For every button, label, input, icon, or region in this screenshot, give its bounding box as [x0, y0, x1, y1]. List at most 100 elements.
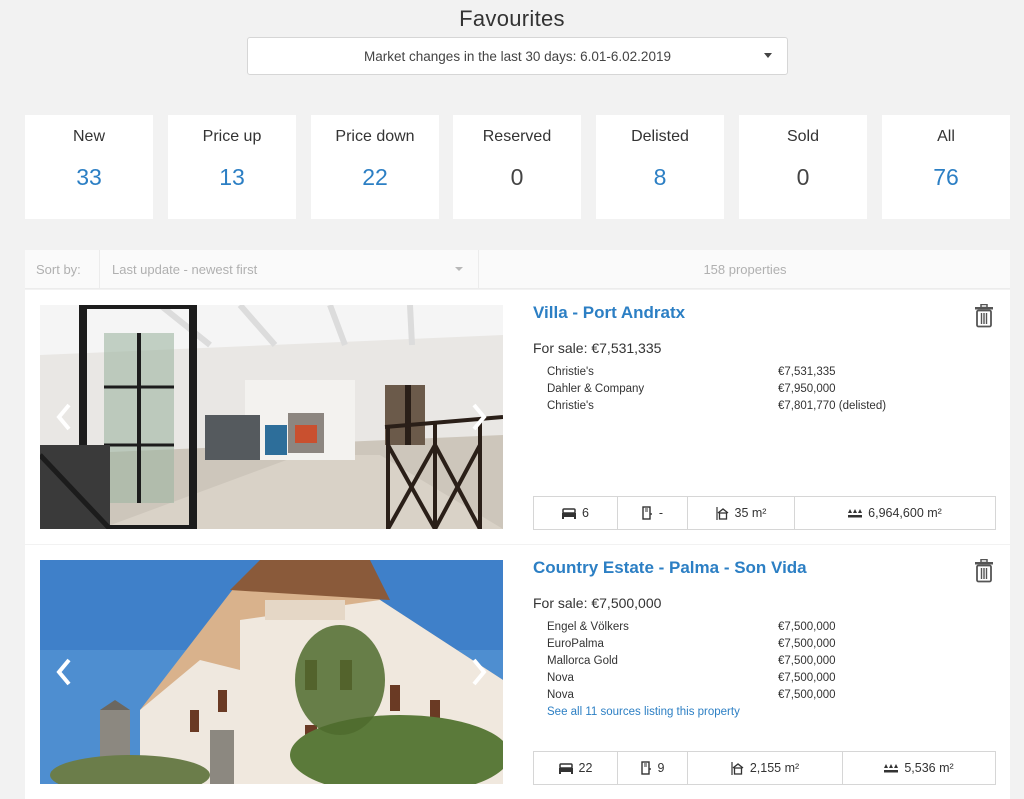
- bath-icon: [640, 761, 651, 775]
- bathrooms-feature: -: [618, 497, 688, 529]
- stat-label: All: [937, 128, 955, 145]
- plot-icon: [884, 763, 899, 772]
- property-photo[interactable]: [40, 560, 503, 784]
- source-row: Nova €7,500,000: [547, 670, 907, 687]
- plot-icon: [848, 508, 863, 517]
- for-sale-price: For sale: €7,500,000: [533, 595, 662, 611]
- property-title[interactable]: Country Estate - Palma - Son Vida: [533, 558, 807, 578]
- see-all-row: See all 11 sources listing this property: [547, 704, 907, 721]
- stat-count: 13: [219, 164, 245, 190]
- stat-card-new[interactable]: New 33: [25, 115, 153, 219]
- stat-count: 76: [933, 164, 959, 190]
- bathrooms-feature: 9: [618, 752, 688, 784]
- market-changes-value: Market changes in the last 30 days: 6.01…: [364, 48, 671, 64]
- property-card: Villa - Port Andratx For sale: €7,531,33…: [25, 290, 1010, 544]
- source-price: €7,801,770 (delisted): [778, 400, 887, 412]
- stat-label: Delisted: [631, 128, 689, 145]
- built-area-value: 2,155 m²: [749, 761, 800, 775]
- plot-area-feature: 5,536 m²: [843, 752, 995, 784]
- price-sources-list: Engel & Völkers €7,500,000 EuroPalma €7,50…: [547, 619, 907, 721]
- stat-card-price-up[interactable]: Price up 13: [168, 115, 296, 219]
- sort-label: Sort by:: [36, 262, 81, 277]
- stat-count: 22: [362, 164, 388, 190]
- source-row: Dahler & Company €7,950,000: [547, 381, 907, 398]
- stat-card-sold[interactable]: Sold 0: [739, 115, 867, 219]
- bedrooms-feature: 6: [534, 497, 618, 529]
- property-features: 22 9 2,155 m² 5,536 m²: [533, 751, 996, 785]
- source-row: Nova €7,500,000: [547, 687, 907, 704]
- trash-icon[interactable]: [974, 304, 994, 328]
- source-row: EuroPalma €7,500,000: [547, 636, 907, 653]
- source-row: Christie's €7,531,335: [547, 364, 907, 381]
- stat-label: Sold: [786, 128, 820, 145]
- see-all-sources-link[interactable]: See all 11 sources listing this property: [547, 706, 740, 718]
- plot-area-value: 6,964,600 m²: [868, 506, 942, 520]
- source-name: Nova: [547, 672, 574, 684]
- source-name: Engel & Völkers: [547, 621, 629, 633]
- source-name: EuroPalma: [547, 638, 604, 650]
- source-row: Mallorca Gold €7,500,000: [547, 653, 907, 670]
- stat-label: Price down: [335, 128, 415, 145]
- bedrooms-value: 22: [578, 761, 593, 775]
- price-sources-list: Christie's €7,531,335 Dahler & Company €7,…: [547, 364, 907, 415]
- source-price: €7,950,000: [778, 383, 836, 395]
- stat-card-delisted[interactable]: Delisted 8: [596, 115, 724, 219]
- source-name: Christie's: [547, 366, 594, 378]
- built-area-feature: 35 m²: [688, 497, 795, 529]
- stat-count: 0: [510, 164, 524, 190]
- bed-icon: [558, 762, 573, 774]
- stat-label: Reserved: [482, 128, 552, 145]
- source-price: €7,500,000: [778, 638, 836, 650]
- for-sale-price: For sale: €7,531,335: [533, 340, 662, 356]
- property-features: 6 - 35 m² 6,964,600 m²: [533, 496, 996, 530]
- plot-area-value: 5,536 m²: [904, 761, 954, 775]
- trash-icon[interactable]: [974, 559, 994, 583]
- chevron-right-icon[interactable]: [466, 402, 490, 432]
- source-name: Mallorca Gold: [547, 655, 618, 667]
- house-icon: [715, 506, 728, 520]
- chevron-left-icon[interactable]: [53, 657, 77, 687]
- house-icon: [731, 761, 744, 775]
- property-card: Country Estate - Palma - Son Vida For sa…: [25, 545, 1010, 799]
- stat-count: 8: [653, 164, 667, 190]
- stat-label: New: [72, 128, 105, 145]
- source-price: €7,500,000: [778, 689, 836, 701]
- stat-card-all[interactable]: All 76: [882, 115, 1010, 219]
- source-row: Christie's €7,801,770 (delisted): [547, 398, 907, 415]
- source-row: Engel & Völkers €7,500,000: [547, 619, 907, 636]
- bedrooms-value: 6: [582, 506, 589, 520]
- chevron-left-icon[interactable]: [53, 402, 77, 432]
- stat-count: 0: [796, 164, 810, 190]
- bathrooms-value: -: [658, 506, 664, 520]
- source-price: €7,500,000: [778, 621, 836, 633]
- properties-count: 158 properties: [703, 262, 787, 277]
- caret-down-icon: [455, 267, 463, 271]
- source-price: €7,531,335: [778, 366, 836, 378]
- source-name: Dahler & Company: [547, 383, 645, 395]
- caret-down-icon: [764, 53, 772, 58]
- built-area-value: 35 m²: [734, 506, 767, 520]
- bathrooms-value: 9: [657, 761, 665, 775]
- built-area-feature: 2,155 m²: [688, 752, 843, 784]
- bed-icon: [562, 507, 577, 519]
- property-photo[interactable]: [40, 305, 503, 529]
- page-title: Favourites: [459, 6, 565, 31]
- stat-count: 33: [76, 164, 102, 190]
- bath-icon: [642, 506, 652, 520]
- stat-label: Price up: [202, 128, 262, 145]
- chevron-right-icon[interactable]: [466, 657, 490, 687]
- source-name: Nova: [547, 689, 574, 701]
- source-price: €7,500,000: [778, 655, 836, 667]
- sort-bar: Sort by: Last update - newest first 158 …: [25, 250, 1010, 289]
- sort-value: Last update - newest first: [112, 262, 258, 277]
- plot-area-feature: 6,964,600 m²: [795, 497, 995, 529]
- sort-dropdown[interactable]: Last update - newest first: [99, 250, 479, 289]
- source-price: €7,500,000: [778, 672, 836, 684]
- market-changes-dropdown[interactable]: Market changes in the last 30 days: 6.01…: [247, 37, 788, 75]
- source-name: Christie's: [547, 400, 594, 412]
- stat-card-price-down[interactable]: Price down 22: [311, 115, 439, 219]
- property-title[interactable]: Villa - Port Andratx: [533, 303, 685, 323]
- bedrooms-feature: 22: [534, 752, 618, 784]
- stats-row: New 33 Price up 13 Price down 22 Reserve…: [25, 115, 1010, 219]
- stat-card-reserved[interactable]: Reserved 0: [453, 115, 581, 219]
